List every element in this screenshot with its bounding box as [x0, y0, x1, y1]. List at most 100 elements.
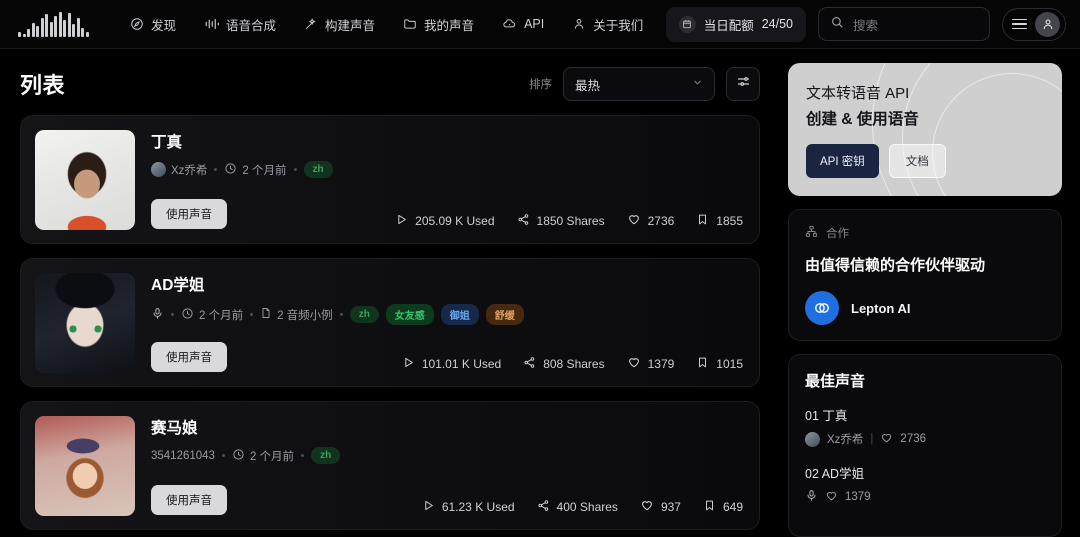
- promo-line-1: 文本转语音 API: [806, 85, 910, 102]
- stat-saves[interactable]: 1015: [696, 356, 743, 372]
- stat-likes-value: 2736: [647, 213, 675, 228]
- best-voice-likes: 1379: [845, 491, 871, 503]
- nav-item-api[interactable]: API: [488, 11, 558, 37]
- stat-shares[interactable]: 808 Shares: [523, 356, 605, 372]
- nav-label: 语音合成: [226, 18, 277, 33]
- voice-stats: 205.09 K Used 1850 Shares 2736 1855: [395, 212, 743, 229]
- voice-tag[interactable]: zh: [349, 306, 379, 323]
- use-voice-button[interactable]: 使用声音: [151, 199, 227, 229]
- microphone-icon: [805, 489, 818, 505]
- voice-samples-text: 2 音频小例: [277, 309, 333, 322]
- voice-thumbnail[interactable]: [35, 130, 135, 230]
- nav-right-cluster: 当日配额 24/50 搜索: [665, 6, 1066, 42]
- compass-icon: [130, 17, 144, 31]
- waveform-logo[interactable]: [18, 11, 90, 37]
- best-voice-likes: 2736: [900, 433, 927, 445]
- use-voice-button[interactable]: 使用声音: [151, 485, 227, 515]
- nav-item-tts[interactable]: 语音合成: [190, 9, 290, 40]
- promo-buttons: API 密钥 文档: [806, 144, 1044, 178]
- list-header: 列表 排序 最热: [0, 49, 770, 115]
- voice-card[interactable]: AD学姐 2 个月前 2 音频小例 zh 女友感 御姐 舒缓 使用声音 101.…: [20, 258, 760, 387]
- stat-likes-value: 1379: [647, 356, 675, 371]
- nav-item-build-voice[interactable]: 构建声音: [290, 9, 389, 40]
- api-promo-card[interactable]: 文本转语音 API 创建 & 使用语音 API 密钥 文档: [788, 63, 1062, 196]
- stat-likes-value: 937: [660, 499, 681, 514]
- voice-tag[interactable]: 御姐: [440, 304, 479, 325]
- best-voices-title: 最佳声音: [805, 373, 866, 390]
- voice-thumbnail[interactable]: [35, 273, 135, 373]
- separator-dot: [339, 313, 343, 316]
- partner-item[interactable]: Lepton AI: [805, 291, 1045, 325]
- voice-time-text: 2 个月前: [199, 309, 244, 322]
- sort-select[interactable]: 最热: [563, 67, 715, 101]
- best-voice-name: 丁真: [822, 409, 848, 423]
- best-voice-item[interactable]: 02 AD学姐 1379: [805, 463, 1045, 507]
- filter-button[interactable]: [726, 67, 760, 101]
- nav-item-discover[interactable]: 发现: [116, 9, 190, 40]
- best-voice-thumbnail[interactable]: [1007, 463, 1045, 507]
- voice-tag[interactable]: zh: [311, 447, 341, 464]
- stat-likes[interactable]: 1379: [627, 355, 675, 372]
- stat-likes[interactable]: 937: [640, 498, 681, 515]
- best-voice-name: AD学姐: [821, 467, 865, 481]
- cloud-icon: [502, 17, 517, 31]
- voice-tag[interactable]: zh: [303, 161, 333, 178]
- play-icon: [395, 213, 408, 229]
- share-icon: [517, 213, 530, 229]
- page-title: 列表: [20, 73, 66, 98]
- voice-card[interactable]: 赛马娘 3541261043 2 个月前 zh 使用声音 61.23 K Use…: [20, 401, 760, 530]
- nav-item-my-voices[interactable]: 我的声音: [389, 9, 488, 40]
- stat-likes[interactable]: 2736: [627, 212, 675, 229]
- search-input[interactable]: 搜索: [818, 7, 990, 41]
- best-voice-sub: 1379: [805, 489, 997, 505]
- voice-title: 丁真: [151, 134, 183, 151]
- stat-shares-value: 1850 Shares: [536, 213, 605, 228]
- voice-stats: 61.23 K Used 400 Shares 937 649: [422, 498, 743, 515]
- voice-tag[interactable]: 舒缓: [485, 304, 524, 325]
- partner-name: Lepton AI: [851, 300, 911, 316]
- best-voice-info: 02 AD学姐 1379: [805, 463, 997, 505]
- best-voice-info: 01 丁真 Xz乔希 | 2736: [805, 405, 997, 447]
- stat-shares[interactable]: 400 Shares: [537, 499, 618, 515]
- best-voice-rank: 01: [805, 409, 819, 423]
- voice-time-text: 2 个月前: [242, 164, 287, 177]
- best-voice-rank: 02: [805, 467, 819, 481]
- stat-saves[interactable]: 1855: [696, 213, 743, 229]
- nav-label: 关于我们: [593, 18, 644, 33]
- stat-saves[interactable]: 649: [703, 499, 743, 515]
- api-key-button[interactable]: API 密钥: [806, 144, 879, 178]
- stat-saves-value: 1855: [716, 213, 743, 228]
- voice-author[interactable]: Xz乔希: [151, 162, 207, 178]
- stat-shares-value: 808 Shares: [543, 356, 605, 371]
- daily-quota-badge[interactable]: 当日配额 24/50: [665, 6, 806, 42]
- sort-select-value: 最热: [575, 78, 601, 93]
- nav-item-about-us[interactable]: 关于我们: [558, 9, 657, 40]
- voice-author[interactable]: [151, 307, 164, 323]
- voice-thumbnail[interactable]: [35, 416, 135, 516]
- account-menu-button[interactable]: [1002, 7, 1066, 41]
- heart-icon: [627, 355, 641, 372]
- voice-card[interactable]: 丁真 Xz乔希 2 个月前 zh 使用声音 205.09 K Used 1850…: [20, 115, 760, 244]
- stat-shares[interactable]: 1850 Shares: [517, 213, 605, 229]
- folder-icon: [403, 17, 417, 31]
- voice-time: 2 个月前: [224, 162, 287, 178]
- best-voice-thumbnail[interactable]: [1007, 405, 1045, 449]
- voice-stats: 101.01 K Used 808 Shares 1379 1015: [402, 355, 743, 372]
- stat-used: 101.01 K Used: [402, 356, 501, 372]
- best-voice-item[interactable]: 01 丁真 Xz乔希 | 2736: [805, 405, 1045, 449]
- best-voice-name-line: 02 AD学姐: [805, 463, 997, 482]
- clock-icon: [232, 448, 245, 464]
- voice-title: 赛马娘: [151, 420, 198, 437]
- docs-button[interactable]: 文档: [888, 144, 946, 178]
- voice-time-text: 2 个月前: [249, 450, 295, 463]
- separator-dot: [293, 168, 297, 171]
- nav-label: 我的声音: [424, 18, 475, 33]
- stat-used-value: 101.01 K Used: [421, 356, 502, 371]
- use-voice-button[interactable]: 使用声音: [151, 342, 227, 372]
- voice-samples: 2 音频小例: [260, 307, 333, 323]
- search-icon: [830, 15, 844, 34]
- partners-headline: 由值得信赖的合作伙伴驱动: [805, 257, 986, 274]
- voice-tag[interactable]: 女友感: [385, 304, 434, 325]
- voice-author[interactable]: 3541261043: [151, 450, 215, 462]
- voice-author-name: Xz乔希: [171, 164, 208, 177]
